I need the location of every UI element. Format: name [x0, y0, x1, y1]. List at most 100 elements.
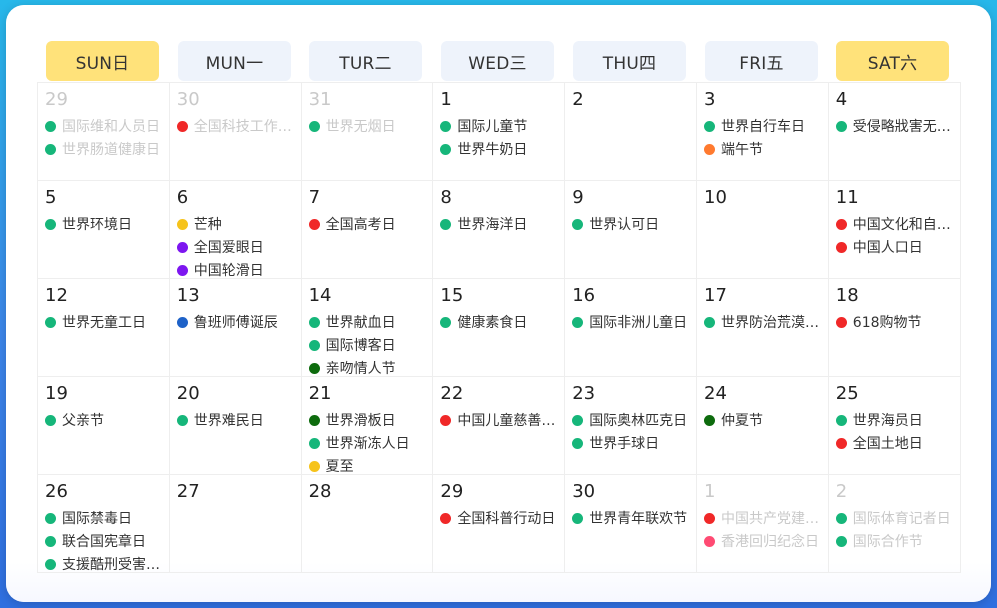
- calendar-day-cell[interactable]: 31 世界无烟日: [301, 83, 434, 181]
- calendar-day-cell[interactable]: 17 世界防治荒漠化和干旱日: [697, 279, 829, 377]
- event-item[interactable]: 香港回归纪念日: [704, 532, 822, 550]
- calendar-day-cell[interactable]: 5 世界环境日: [38, 181, 170, 279]
- event-dot-icon: [572, 218, 584, 230]
- event-item[interactable]: 端午节: [704, 140, 822, 158]
- event-label: 世界无童工日: [62, 315, 146, 331]
- calendar-day-cell[interactable]: 8 世界海洋日: [433, 181, 566, 279]
- event-label: 世界滑板日: [325, 413, 396, 429]
- calendar-day-cell[interactable]: 9 世界认可日: [565, 181, 697, 279]
- event-label: 世界认可日: [589, 217, 660, 233]
- event-item[interactable]: 联合国宪章日: [45, 532, 163, 550]
- event-dot-icon: [835, 512, 847, 524]
- event-item[interactable]: 世界防治荒漠化和干旱日: [704, 313, 822, 331]
- event-item[interactable]: 父亲节: [45, 411, 163, 429]
- event-dot-icon: [308, 218, 320, 230]
- calendar-day-cell[interactable]: 10: [697, 181, 829, 279]
- calendar-day-cell[interactable]: 19 父亲节: [38, 377, 170, 475]
- event-item[interactable]: 世界无童工日: [45, 313, 163, 331]
- event-item[interactable]: 全国高考日: [308, 215, 427, 233]
- event-label: 国际体育记者日: [852, 511, 951, 527]
- calendar-day-cell[interactable]: 11 中国文化和自然遗产日中国人口日: [828, 181, 961, 279]
- event-item[interactable]: 国际合作节: [835, 532, 954, 550]
- calendar-day-cell[interactable]: 23 国际奥林匹克日 世界手球日: [565, 377, 697, 475]
- calendar-day-cell[interactable]: 29 全国科普行动日: [433, 475, 566, 573]
- calendar-day-cell[interactable]: 28: [301, 475, 434, 573]
- calendar-day-cell[interactable]: 26 国际禁毒日联合国宪章日支援酷刑受害者国际日: [38, 475, 170, 573]
- event-item[interactable]: 健康素食日: [440, 313, 558, 331]
- event-item[interactable]: 世界海员日: [835, 411, 954, 429]
- event-item[interactable]: 全国科技工作者日: [176, 117, 295, 135]
- event-label: 中国文化和自然遗产日: [852, 217, 953, 233]
- event-item[interactable]: 中国共产党建党纪念日: [704, 509, 822, 527]
- event-label: 世界青年联欢节: [589, 511, 688, 527]
- event-dot-icon: [440, 316, 452, 328]
- calendar-day-cell[interactable]: 29 国际维和人员日 世界肠道健康日: [38, 83, 170, 181]
- event-item[interactable]: 世界牛奶日: [440, 140, 558, 158]
- event-item[interactable]: 国际儿童节: [440, 117, 558, 135]
- event-item[interactable]: 世界难民日: [176, 411, 295, 429]
- calendar-day-cell[interactable]: 1 国际儿童节 世界牛奶日: [433, 83, 566, 181]
- event-item[interactable]: 国际维和人员日: [45, 117, 163, 135]
- event-item[interactable]: 世界滑板日: [308, 411, 427, 429]
- event-item[interactable]: 国际体育记者日: [835, 509, 954, 527]
- event-item[interactable]: 仲夏节: [704, 411, 822, 429]
- calendar-day-cell[interactable]: 15 健康素食日: [433, 279, 566, 377]
- event-item[interactable]: 世界认可日: [572, 215, 690, 233]
- event-item[interactable]: 618购物节: [835, 313, 954, 331]
- event-item[interactable]: 受侵略戕害无辜儿童国际日: [835, 117, 954, 135]
- event-item[interactable]: 世界渐冻人日: [308, 434, 427, 452]
- event-item[interactable]: 中国人口日: [835, 238, 954, 256]
- event-item[interactable]: 国际奥林匹克日: [572, 411, 690, 429]
- day-number: 27: [176, 481, 200, 502]
- event-item[interactable]: 世界青年联欢节: [572, 509, 690, 527]
- event-item[interactable]: 全国爱眼日: [176, 238, 295, 256]
- calendar-day-cell[interactable]: 20 世界难民日: [169, 377, 302, 475]
- event-item[interactable]: 中国文化和自然遗产日: [835, 215, 954, 233]
- calendar-day-cell[interactable]: 7 全国高考日: [301, 181, 434, 279]
- calendar-day-cell[interactable]: 21 世界滑板日 世界渐冻人日 夏至: [301, 377, 434, 475]
- event-item[interactable]: 国际禁毒日: [45, 509, 163, 527]
- calendar-day-cell[interactable]: 16 国际非洲儿童日: [565, 279, 697, 377]
- event-item[interactable]: 世界海洋日: [440, 215, 558, 233]
- calendar-day-cell[interactable]: 30 世界青年联欢节: [565, 475, 697, 573]
- event-item[interactable]: 国际非洲儿童日: [572, 313, 690, 331]
- calendar-day-cell[interactable]: 2 国际体育记者日 国际合作节: [828, 475, 961, 573]
- calendar-day-cell[interactable]: 18 618购物节: [828, 279, 961, 377]
- event-item[interactable]: 鲁班师傅诞辰: [176, 313, 295, 331]
- calendar-day-cell[interactable]: 13 鲁班师傅诞辰: [169, 279, 302, 377]
- calendar-day-cell[interactable]: 24 仲夏节: [697, 377, 829, 475]
- event-dot-icon: [176, 241, 188, 253]
- event-item[interactable]: 中国轮滑日: [176, 261, 295, 279]
- calendar-day-cell[interactable]: 3 世界自行车日 端午节: [697, 83, 829, 181]
- event-label: 联合国宪章日: [62, 534, 146, 550]
- event-item[interactable]: 世界手球日: [572, 434, 690, 452]
- calendar-day-cell[interactable]: 2: [565, 83, 697, 181]
- event-item[interactable]: 国际博客日: [308, 336, 427, 354]
- event-label: 世界渐冻人日: [325, 436, 410, 452]
- event-item[interactable]: 世界献血日: [308, 313, 427, 331]
- event-item[interactable]: 世界自行车日: [704, 117, 822, 135]
- event-item[interactable]: 亲吻情人节: [308, 359, 427, 377]
- event-item[interactable]: 全国科普行动日: [440, 509, 558, 527]
- calendar-day-cell[interactable]: 12 世界无童工日: [38, 279, 170, 377]
- event-dot-icon: [45, 414, 56, 426]
- calendar-day-cell[interactable]: 27: [169, 475, 302, 573]
- calendar-day-cell[interactable]: 22 中国儿童慈善活动日: [433, 377, 566, 475]
- event-item[interactable]: 世界肠道健康日: [45, 140, 163, 158]
- event-label: 世界防治荒漠化和干旱日: [721, 315, 821, 331]
- event-label: 中国人口日: [852, 240, 923, 256]
- event-item[interactable]: 全国土地日: [835, 434, 954, 452]
- calendar-day-cell[interactable]: 1 中国共产党建党纪念日香港回归纪念日: [697, 475, 829, 573]
- event-item[interactable]: 世界环境日: [45, 215, 163, 233]
- calendar-day-cell[interactable]: 30 全国科技工作者日: [169, 83, 302, 181]
- calendar-day-cell[interactable]: 25 世界海员日 全国土地日: [828, 377, 961, 475]
- event-label: 世界海员日: [852, 413, 923, 429]
- calendar-day-cell[interactable]: 4受侵略戕害无辜儿童国际日: [828, 83, 961, 181]
- event-item[interactable]: 夏至: [308, 457, 427, 475]
- event-item[interactable]: 支援酷刑受害者国际日: [45, 555, 163, 573]
- event-item[interactable]: 芒种: [176, 215, 295, 233]
- event-item[interactable]: 中国儿童慈善活动日: [440, 411, 558, 429]
- calendar-day-cell[interactable]: 14 世界献血日 国际博客日 亲吻情人节: [301, 279, 434, 377]
- event-item[interactable]: 世界无烟日: [308, 117, 427, 135]
- calendar-day-cell[interactable]: 6 芒种 全国爱眼日 中国轮滑日: [169, 181, 302, 279]
